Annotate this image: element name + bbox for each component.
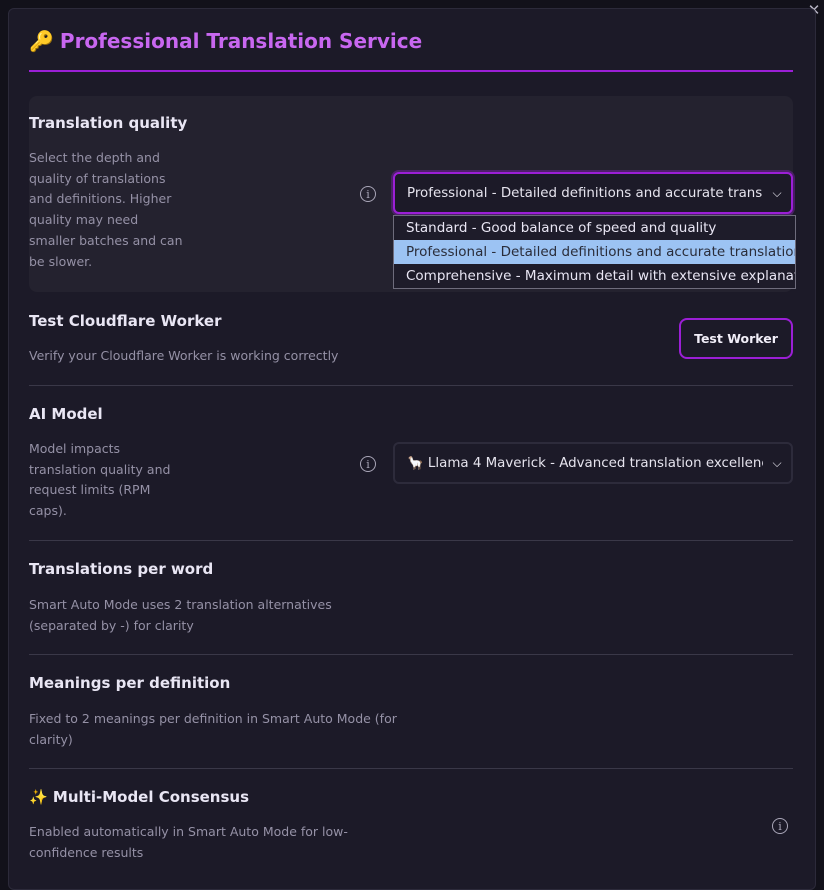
- quality-description: Select the depth and quality of translat…: [29, 148, 199, 272]
- translations-per-word-description: Smart Auto Mode uses 2 translation alter…: [29, 595, 389, 636]
- quality-desc-line: quality of translations: [29, 170, 166, 186]
- ai-model-select[interactable]: 🦙 Llama 4 Maverick - Advanced translatio…: [393, 442, 793, 484]
- quality-option-standard[interactable]: Standard - Good balance of speed and qua…: [394, 216, 795, 240]
- ai-model-title: AI Model: [29, 405, 103, 423]
- meanings-title: Meanings per definition: [29, 674, 231, 692]
- test-worker-button[interactable]: Test Worker: [679, 318, 793, 359]
- key-icon: 🔑: [29, 29, 54, 53]
- chevron-down-icon: ⌵: [772, 455, 782, 470]
- quality-option-comprehensive[interactable]: Comprehensive - Maximum detail with exte…: [394, 264, 795, 288]
- model-description: Model impacts translation quality and re…: [29, 439, 199, 522]
- quality-desc-line: and definitions. Higher: [29, 191, 172, 207]
- consensus-desc-line: Enabled automatically in Smart Auto Mode…: [29, 824, 348, 839]
- quality-title-wrap: Translation quality: [29, 114, 793, 132]
- model-desc-line: Model impacts: [29, 441, 121, 456]
- quality-desc-line: be slower.: [29, 253, 93, 269]
- info-icon[interactable]: i: [360, 186, 376, 202]
- translation-quality-title: Translation quality: [29, 114, 188, 132]
- consensus-title-text: Multi-Model Consensus: [52, 788, 250, 806]
- meanings-desc-line: Fixed to 2 meanings per definition in Sm…: [29, 711, 397, 726]
- quality-desc-line: quality may need: [29, 212, 139, 228]
- translations-per-word-title: Translations per word: [29, 560, 214, 578]
- divider: [29, 540, 793, 541]
- tpw-desc-line: Smart Auto Mode uses 2 translation alter…: [29, 597, 332, 612]
- model-section: AI Model: [29, 405, 793, 423]
- model-desc-line: request limits (RPM: [29, 482, 151, 498]
- translation-quality-select[interactable]: Professional - Detailed definitions and …: [393, 172, 793, 214]
- divider: [29, 385, 793, 386]
- info-icon[interactable]: i: [772, 818, 788, 834]
- model-desc-line: caps).: [29, 503, 67, 519]
- consensus-section: ✨ Multi-Model Consensus: [29, 788, 793, 806]
- consensus-desc-line: confidence results: [29, 844, 144, 860]
- divider: [29, 654, 793, 655]
- quality-option-professional[interactable]: Professional - Detailed definitions and …: [394, 240, 795, 264]
- ai-model-value: 🦙 Llama 4 Maverick - Advanced translatio…: [407, 455, 763, 471]
- chevron-down-icon: ⌵: [772, 185, 782, 200]
- quality-desc-line: Select the depth and: [29, 150, 160, 165]
- translation-quality-dropdown: Standard - Good balance of speed and qua…: [393, 215, 796, 289]
- page-title: Professional Translation Service: [59, 29, 423, 53]
- meanings-desc-line: clarity): [29, 731, 73, 747]
- translation-quality-value: Professional - Detailed definitions and …: [407, 185, 763, 201]
- translations-per-word-section: Translations per word: [29, 560, 793, 578]
- consensus-description: Enabled automatically in Smart Auto Mode…: [29, 822, 389, 863]
- page-header: 🔑 Professional Translation Service: [29, 26, 793, 72]
- tpw-desc-line: (separated by -) for clarity: [29, 617, 194, 633]
- divider: [29, 768, 793, 769]
- quality-desc-line: smaller batches and can: [29, 232, 183, 248]
- model-desc-line: translation quality and: [29, 461, 171, 477]
- meanings-section: Meanings per definition: [29, 674, 793, 692]
- info-icon[interactable]: i: [360, 456, 376, 472]
- sparkles-icon: ✨: [29, 788, 48, 806]
- meanings-description: Fixed to 2 meanings per definition in Sm…: [29, 709, 429, 750]
- consensus-title: ✨ Multi-Model Consensus: [29, 788, 793, 806]
